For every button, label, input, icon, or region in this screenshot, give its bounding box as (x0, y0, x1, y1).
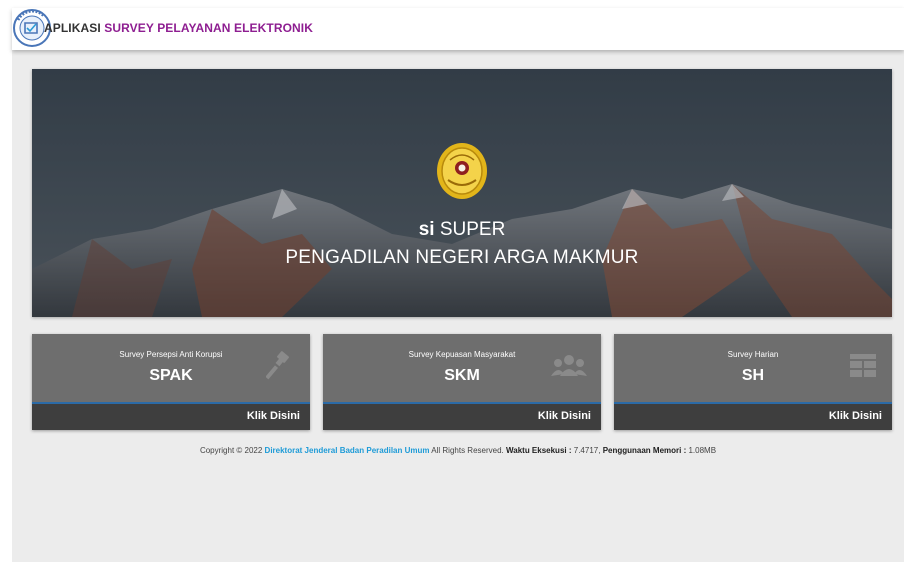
app-shell: APLIKASI SURVEY PELAYANAN ELEKTRONIK si … (12, 8, 904, 562)
footer-exec-value: 7.4717, (573, 446, 601, 455)
top-navbar: APLIKASI SURVEY PELAYANAN ELEKTRONIK (12, 8, 904, 50)
app-brand: si SUPER (32, 219, 892, 241)
footer-org-link[interactable]: Direktorat Jenderal Badan Peradilan Umum (265, 446, 430, 455)
hero-banner: si SUPER PENGADILAN NEGERI ARGA MAKMUR (32, 69, 892, 317)
survey-card-spak: Survey Persepsi Anti Korupsi SPAK Klik D… (32, 334, 310, 430)
card-link-label[interactable]: Klik Disini (247, 410, 300, 422)
footer-copyright: Copyright © 2022 (199, 446, 263, 455)
card-link-skm[interactable]: Klik Disini (323, 402, 601, 430)
users-icon (551, 355, 587, 376)
survey-card-skm: Survey Kepuasan Masyarakat SKM Klik Disi… (323, 334, 601, 430)
app-title-main: SURVEY PELAYANAN ELEKTRONIK (104, 21, 314, 35)
page-footer: Copyright © 2022 Direktorat Jenderal Bad… (12, 446, 904, 455)
card-link-label[interactable]: Klik Disini (538, 410, 591, 422)
app-title: APLIKASI SURVEY PELAYANAN ELEKTRONIK (44, 21, 313, 35)
app-title-prefix: APLIKASI (44, 21, 101, 35)
survey-card-sh: Survey Harian SH Klik Disini (614, 334, 892, 430)
footer-exec-label: Waktu Eksekusi : (506, 446, 572, 455)
gavel-icon (266, 351, 289, 380)
brand-rest: SUPER (439, 219, 506, 240)
court-emblem (437, 143, 487, 199)
table-icon (850, 354, 876, 377)
brand-bold: si (418, 219, 435, 240)
card-link-sh[interactable]: Klik Disini (614, 402, 892, 430)
footer-rights: All Rights Reserved. (431, 446, 504, 455)
court-name: PENGADILAN NEGERI ARGA MAKMUR (285, 247, 639, 268)
footer-mem-label: Penggunaan Memori : (602, 446, 687, 455)
footer-mem-value: 1.08MB (688, 446, 717, 455)
card-link-label[interactable]: Klik Disini (829, 410, 882, 422)
card-link-spak[interactable]: Klik Disini (32, 402, 310, 430)
